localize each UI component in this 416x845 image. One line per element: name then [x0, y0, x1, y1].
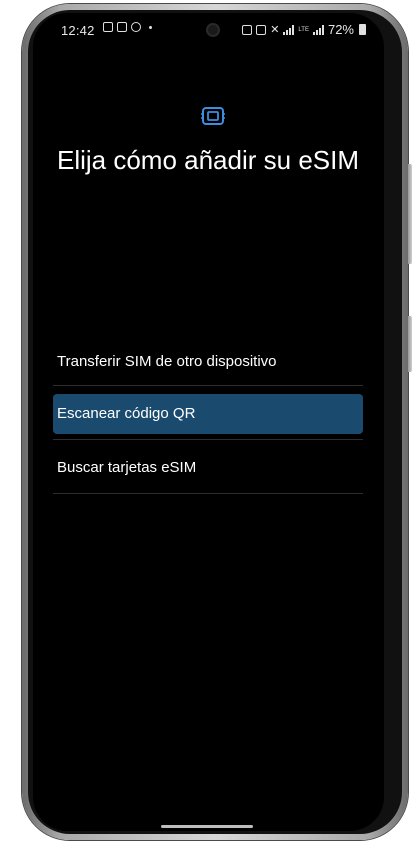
option-search-esim[interactable]: Buscar tarjetas eSIM	[53, 445, 363, 491]
divider	[53, 439, 363, 440]
lock-icon	[242, 24, 253, 35]
battery-icon	[359, 24, 366, 35]
battery-percent: 72%	[327, 22, 354, 37]
sim-card-icon	[201, 107, 225, 125]
mute-icon: ✕	[270, 24, 280, 36]
option-label: Escanear código QR	[57, 405, 196, 422]
status-time: 12:42	[61, 23, 95, 38]
alarm-icon	[256, 24, 267, 35]
divider	[53, 493, 363, 494]
option-scan-qr[interactable]: Escanear código QR	[53, 394, 363, 434]
wifi-signal-icon	[283, 24, 295, 35]
notification-icons	[103, 22, 152, 32]
status-bar: 12:42 ✕ LTE 72%	[33, 13, 384, 45]
option-label: Transferir SIM de otro dispositivo	[57, 353, 277, 370]
page-title: Elija cómo añadir su eSIM	[56, 145, 360, 175]
home-indicator[interactable]	[161, 825, 253, 828]
device-stage: 12:42 ✕ LTE 72% Elija cómo añadir su eSI…	[0, 0, 416, 845]
lte-indicator: LTE	[298, 26, 309, 33]
gallery-notification-icon	[103, 22, 113, 32]
more-notifications-dot-icon	[149, 25, 152, 29]
option-label: Buscar tarjetas eSIM	[57, 459, 197, 476]
system-status-icons: ✕ LTE 72%	[242, 22, 366, 37]
option-transfer-sim[interactable]: Transferir SIM de otro dispositivo	[53, 339, 363, 385]
cell-signal-icon	[312, 24, 324, 35]
instagram-notification-icon	[131, 22, 141, 32]
screen: 12:42 ✕ LTE 72% Elija cómo añadir su eSI…	[33, 13, 384, 831]
volume-button	[408, 164, 412, 264]
front-camera	[208, 25, 218, 35]
power-button	[408, 316, 412, 372]
divider	[53, 385, 363, 386]
message-notification-icon	[117, 22, 127, 32]
